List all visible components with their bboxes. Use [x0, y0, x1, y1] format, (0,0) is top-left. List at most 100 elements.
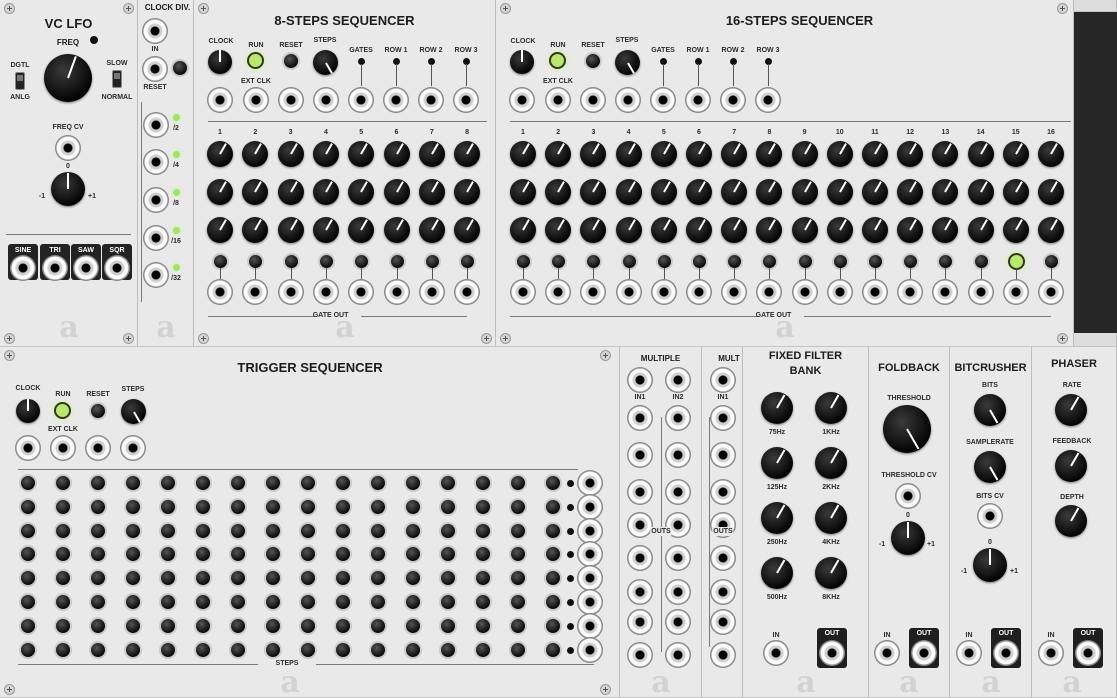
trigger-step-button[interactable] [159, 616, 177, 635]
step-knob[interactable] [615, 141, 642, 167]
step-knob[interactable] [348, 141, 375, 167]
step-knob[interactable] [650, 217, 677, 243]
filter-band-knob[interactable] [815, 392, 847, 424]
trigger-step-button[interactable] [229, 616, 247, 635]
step-knob[interactable] [826, 179, 853, 205]
trigger-step-button[interactable] [194, 616, 212, 635]
step-knob[interactable] [454, 217, 481, 243]
trigger-step-button[interactable] [229, 474, 247, 492]
trigger-step-button[interactable] [89, 474, 107, 492]
gate-out-jack[interactable] [207, 279, 233, 305]
step-knob[interactable] [756, 141, 783, 167]
step-knob[interactable] [862, 141, 888, 167]
trigger-step-button[interactable] [439, 545, 457, 564]
step-knob[interactable] [277, 217, 304, 243]
trigger-step-button[interactable] [194, 569, 212, 588]
trigger-step-button[interactable] [439, 593, 457, 611]
trigger-step-button[interactable] [439, 569, 457, 588]
row-out-jack[interactable] [755, 87, 781, 113]
trigger-step-button[interactable] [124, 569, 142, 588]
trigger-step-button[interactable] [439, 474, 457, 492]
tri-output[interactable]: TRI [40, 244, 70, 281]
trigger-step-button[interactable] [509, 474, 527, 492]
step-knob[interactable] [650, 179, 677, 205]
clock-jack[interactable] [15, 435, 41, 461]
trigger-step-button[interactable] [509, 497, 527, 516]
multiple-out-jack[interactable] [627, 479, 653, 505]
trigger-step-button[interactable] [334, 474, 352, 492]
step-knob[interactable] [756, 179, 783, 205]
trigger-step-button[interactable] [19, 474, 37, 492]
trigger-step-button[interactable] [194, 593, 212, 611]
bits-cv-knob[interactable] [973, 548, 1007, 582]
trigger-step-button[interactable] [369, 569, 387, 588]
phaser-out-jack[interactable] [1075, 640, 1101, 666]
step-knob[interactable] [932, 179, 959, 205]
gate-out-jack[interactable] [826, 279, 853, 305]
foldback-out[interactable]: OUT [909, 628, 939, 668]
trigger-step-button[interactable] [124, 593, 142, 611]
trigger-step-button[interactable] [264, 569, 282, 588]
clockdiv-out-jack[interactable] [143, 187, 169, 213]
step-knob[interactable] [454, 179, 481, 205]
step-knob[interactable] [1038, 141, 1064, 167]
gate-out-jack[interactable] [454, 279, 481, 305]
trigger-step-button[interactable] [439, 640, 457, 659]
trigger-row-out-jack[interactable] [577, 636, 603, 663]
multiple-out-jack[interactable] [665, 545, 691, 571]
clockdiv-in-jack[interactable] [142, 18, 168, 44]
filterbank-out-jack[interactable] [819, 640, 845, 666]
filter-band-knob[interactable] [815, 557, 847, 589]
trigger-step-button[interactable] [474, 616, 492, 635]
gate-out-jack[interactable] [756, 279, 783, 305]
step-knob[interactable] [207, 179, 233, 205]
trigger-step-button[interactable] [474, 593, 492, 611]
step-knob[interactable] [418, 217, 445, 243]
trigger-step-button[interactable] [544, 474, 562, 492]
bits-knob[interactable] [974, 394, 1006, 426]
step-knob[interactable] [967, 217, 994, 243]
reset-button[interactable] [282, 52, 300, 70]
trigger-step-button[interactable] [124, 616, 142, 635]
step-knob[interactable] [312, 179, 339, 205]
gate-out-jack[interactable] [721, 279, 748, 305]
gate-out-jack[interactable] [686, 279, 712, 305]
step-knob[interactable] [1002, 217, 1029, 243]
reset-jack[interactable] [580, 87, 606, 113]
clockdiv-reset-jack[interactable] [142, 56, 168, 82]
trigger-step-button[interactable] [264, 497, 282, 516]
steps-jack[interactable] [615, 87, 641, 113]
step-knob[interactable] [1002, 141, 1029, 167]
step-knob[interactable] [862, 217, 888, 243]
clockdiv-out-jack[interactable] [143, 149, 169, 175]
trigger-step-button[interactable] [89, 640, 107, 659]
step-knob[interactable] [932, 141, 959, 167]
step-knob[interactable] [897, 141, 924, 167]
trigger-step-button[interactable] [334, 616, 352, 635]
mult-out-jack[interactable] [710, 609, 736, 635]
feedback-knob[interactable] [1055, 450, 1087, 482]
bitcrusher-out-jack[interactable] [993, 640, 1019, 666]
clock-jack[interactable] [207, 87, 233, 113]
trigger-step-button[interactable] [124, 545, 142, 564]
threshold-knob[interactable] [883, 405, 931, 453]
filter-band-knob[interactable] [761, 447, 793, 479]
filter-band-knob[interactable] [761, 557, 793, 589]
trigger-step-button[interactable] [229, 640, 247, 659]
row-out-jack[interactable] [685, 87, 711, 113]
ext-clk-jack[interactable] [50, 435, 76, 461]
multiple-out-jack[interactable] [627, 642, 653, 668]
sine-output[interactable]: SINE [8, 244, 38, 281]
steps-knob[interactable] [615, 50, 640, 75]
trigger-step-button[interactable] [404, 569, 422, 588]
trigger-step-button[interactable] [334, 497, 352, 516]
step-knob[interactable] [242, 179, 269, 205]
ext-clk-jack[interactable] [545, 87, 571, 113]
trigger-step-button[interactable] [229, 497, 247, 516]
trigger-step-button[interactable] [159, 545, 177, 564]
freq-knob[interactable] [44, 54, 92, 102]
gate-out-jack[interactable] [791, 279, 818, 305]
mult-in1-jack[interactable] [710, 367, 736, 393]
depth-knob[interactable] [1055, 505, 1087, 537]
gate-out-jack[interactable] [545, 279, 572, 305]
